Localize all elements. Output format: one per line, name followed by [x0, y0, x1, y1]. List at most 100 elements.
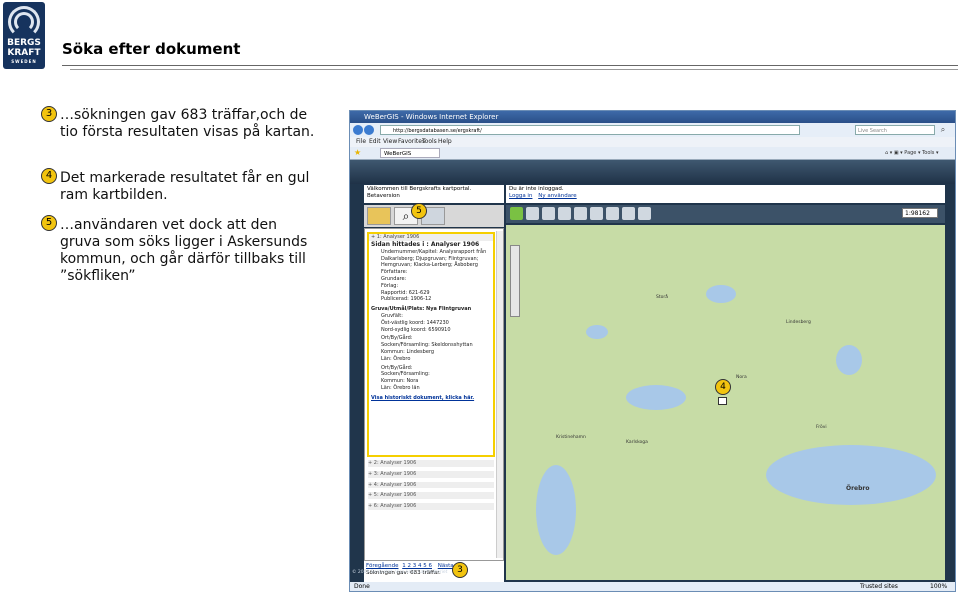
forward-icon[interactable] — [364, 125, 374, 135]
browser-status-bar: Done Trusted sites 100% — [350, 582, 955, 591]
lake — [626, 385, 686, 410]
mine-line: Kommun: Nora — [381, 378, 419, 385]
zoom-slider[interactable] — [510, 245, 520, 317]
selected-result-box[interactable]: + 1: Analyser 1906 Sidan hittades i : An… — [367, 232, 495, 457]
lake — [706, 285, 736, 303]
town-label: Karlskoga — [626, 440, 648, 445]
logo-line3: SWEDEN — [11, 59, 37, 64]
scale-select[interactable]: 1:98162 — [902, 208, 938, 218]
step-marker-5-browser: 5 — [411, 203, 427, 219]
town-label: Frövi — [816, 425, 827, 430]
zoom-in-icon[interactable] — [542, 207, 555, 220]
forward-extent-icon[interactable] — [606, 207, 619, 220]
search-icon[interactable]: ⌕ — [938, 125, 948, 135]
menu-tools[interactable]: Tools — [422, 137, 437, 147]
welcome-text: Välkommen till Bergskrafts kartportal. — [367, 186, 472, 192]
status-text: Done — [354, 583, 370, 590]
lake — [836, 345, 862, 375]
mine-line: Socken/Församling: Skeldonsshyttan — [381, 342, 473, 349]
result-item-1[interactable]: + 1: Analyser 1906 — [369, 234, 493, 241]
mine-line: Socken/Församling: — [381, 371, 430, 378]
town-label: Lindesberg — [786, 320, 811, 325]
town-label: Kristinehamn — [556, 435, 586, 440]
app-banner — [350, 160, 955, 184]
menu-view[interactable]: View — [383, 137, 397, 147]
tab-documents-icon[interactable] — [367, 207, 391, 225]
info-icon[interactable] — [574, 207, 587, 220]
mine-line: Öst-västlig koord: 1447230 — [381, 319, 449, 326]
favorites-star-icon[interactable]: ★ — [354, 149, 362, 157]
menu-file[interactable]: File — [356, 137, 366, 147]
lake-hjalmaren — [766, 445, 936, 505]
mine-line: Kommun: Lindesberg — [381, 348, 435, 355]
logo-line2: KRAFT — [7, 48, 41, 58]
address-bar[interactable]: http://bergsdatabasen.se/ergskraft/ — [380, 125, 800, 135]
map-canvas[interactable]: Lindesberg Kristinehamn Karlskoga Örebro… — [506, 225, 945, 580]
browser-title-bar: WeBerGIS - Windows Internet Explorer — [350, 111, 955, 123]
map-toolbar — [506, 205, 945, 223]
menu-edit[interactable]: Edit — [369, 137, 381, 147]
detail-line: Hemgruvan; Klacka-Lerberg; Åsboberg — [381, 262, 478, 269]
zoom-level[interactable]: 100% — [930, 582, 947, 591]
bergskraft-logo: BERGS KRAFT SWEDEN — [3, 2, 45, 69]
result-item-3[interactable]: + 3: Analyser 1906 — [368, 470, 494, 478]
browser-address-row: http://bergsdatabasen.se/ergskraft/ Live… — [350, 123, 955, 137]
side-tabs: ⌕ 5 — [364, 203, 504, 227]
pan-icon[interactable] — [510, 207, 523, 220]
detail-line: Förlag: — [381, 282, 399, 289]
step-marker-3: 3 — [41, 106, 57, 122]
result-item-6[interactable]: + 6: Analyser 1906 — [368, 503, 494, 510]
results-scrollbar[interactable] — [496, 231, 503, 558]
login-status: Du är inte inloggad. — [509, 186, 564, 192]
mine-line: Nord-sydlig koord: 6590910 — [381, 326, 451, 333]
full-extent-icon[interactable] — [622, 207, 635, 220]
browser-menu-bar: File Edit View Favorites Tools Help — [350, 137, 955, 147]
browser-window: WeBerGIS - Windows Internet Explorer htt… — [349, 110, 956, 592]
historic-document-link[interactable]: Visa historiskt dokument, klicka här. — [369, 395, 493, 402]
welcome-box: Välkommen till Bergskrafts kartportal. B… — [364, 185, 504, 203]
wegergis-app: Välkommen till Bergskrafts kartportal. B… — [350, 160, 955, 582]
paragraph-step-4: Det markerade resultatet får en gul ram … — [60, 170, 310, 203]
browser-command-bar[interactable]: ⌂ ▾ ▣ ▾ Page ▾ Tools ▾ — [885, 149, 945, 157]
search-input[interactable]: Live Search — [855, 125, 935, 135]
pager-pages[interactable]: 1 2 3 4 5 6 — [402, 563, 432, 569]
login-box: Du är inte inloggad. Logga in Ny använda… — [506, 185, 945, 203]
step-marker-5: 5 — [41, 215, 57, 231]
mine-title: Gruva/Utmål/Plats: Nya Flintgruvan — [371, 306, 472, 313]
logo-line1: BERGS — [7, 38, 41, 48]
title-rule — [62, 65, 958, 66]
globe-icon[interactable] — [638, 207, 651, 220]
menu-help[interactable]: Help — [438, 137, 452, 147]
browser-tab-row: ★ WeBerGIS ⌂ ▾ ▣ ▾ Page ▾ Tools ▾ — [350, 147, 955, 160]
town-label: Örebro — [846, 485, 870, 492]
town-label: Storå — [656, 295, 668, 300]
mine-line: Ort/By/Gård: — [381, 364, 413, 371]
town-label: Nora — [736, 375, 747, 380]
detail-line: Grundare: — [381, 275, 407, 282]
back-extent-icon[interactable] — [590, 207, 603, 220]
zoom-box-icon[interactable] — [526, 207, 539, 220]
tab-wegergis[interactable]: WeBerGIS — [380, 148, 440, 158]
document-marker-icon[interactable] — [718, 397, 727, 405]
detail-line: Rapportid: 621-629 — [381, 289, 430, 296]
mine-line: Gruvfält: — [381, 312, 403, 319]
zoom-out-icon[interactable] — [558, 207, 571, 220]
pager-previous[interactable]: Föregående — [366, 563, 398, 569]
detail-title: Sidan hittades i : Analyser 1906 — [371, 240, 480, 248]
beta-text: Betaversion — [367, 193, 400, 199]
back-icon[interactable] — [353, 125, 363, 135]
page-title: Söka efter dokument — [62, 40, 241, 58]
result-item-2[interactable]: + 2: Analyser 1906 — [368, 460, 494, 467]
results-panel: + 1: Analyser 1906 Sidan hittades i : An… — [364, 228, 504, 561]
lake — [586, 325, 608, 339]
step-marker-4-browser: 4 — [715, 379, 731, 395]
result-item-5[interactable]: + 5: Analyser 1906 — [368, 492, 494, 500]
paragraph-step-5: …användaren vet dock att den gruva som s… — [60, 217, 308, 284]
login-link[interactable]: Logga in — [509, 193, 532, 199]
security-zone: Trusted sites — [860, 583, 898, 590]
detail-line: Författare: — [381, 269, 408, 276]
mine-line: Län: Örebro län — [381, 384, 420, 391]
new-user-link[interactable]: Ny användare — [538, 193, 576, 199]
mine-line: Län: Örebro — [381, 355, 411, 362]
result-item-4[interactable]: + 4: Analyser 1906 — [368, 481, 494, 489]
